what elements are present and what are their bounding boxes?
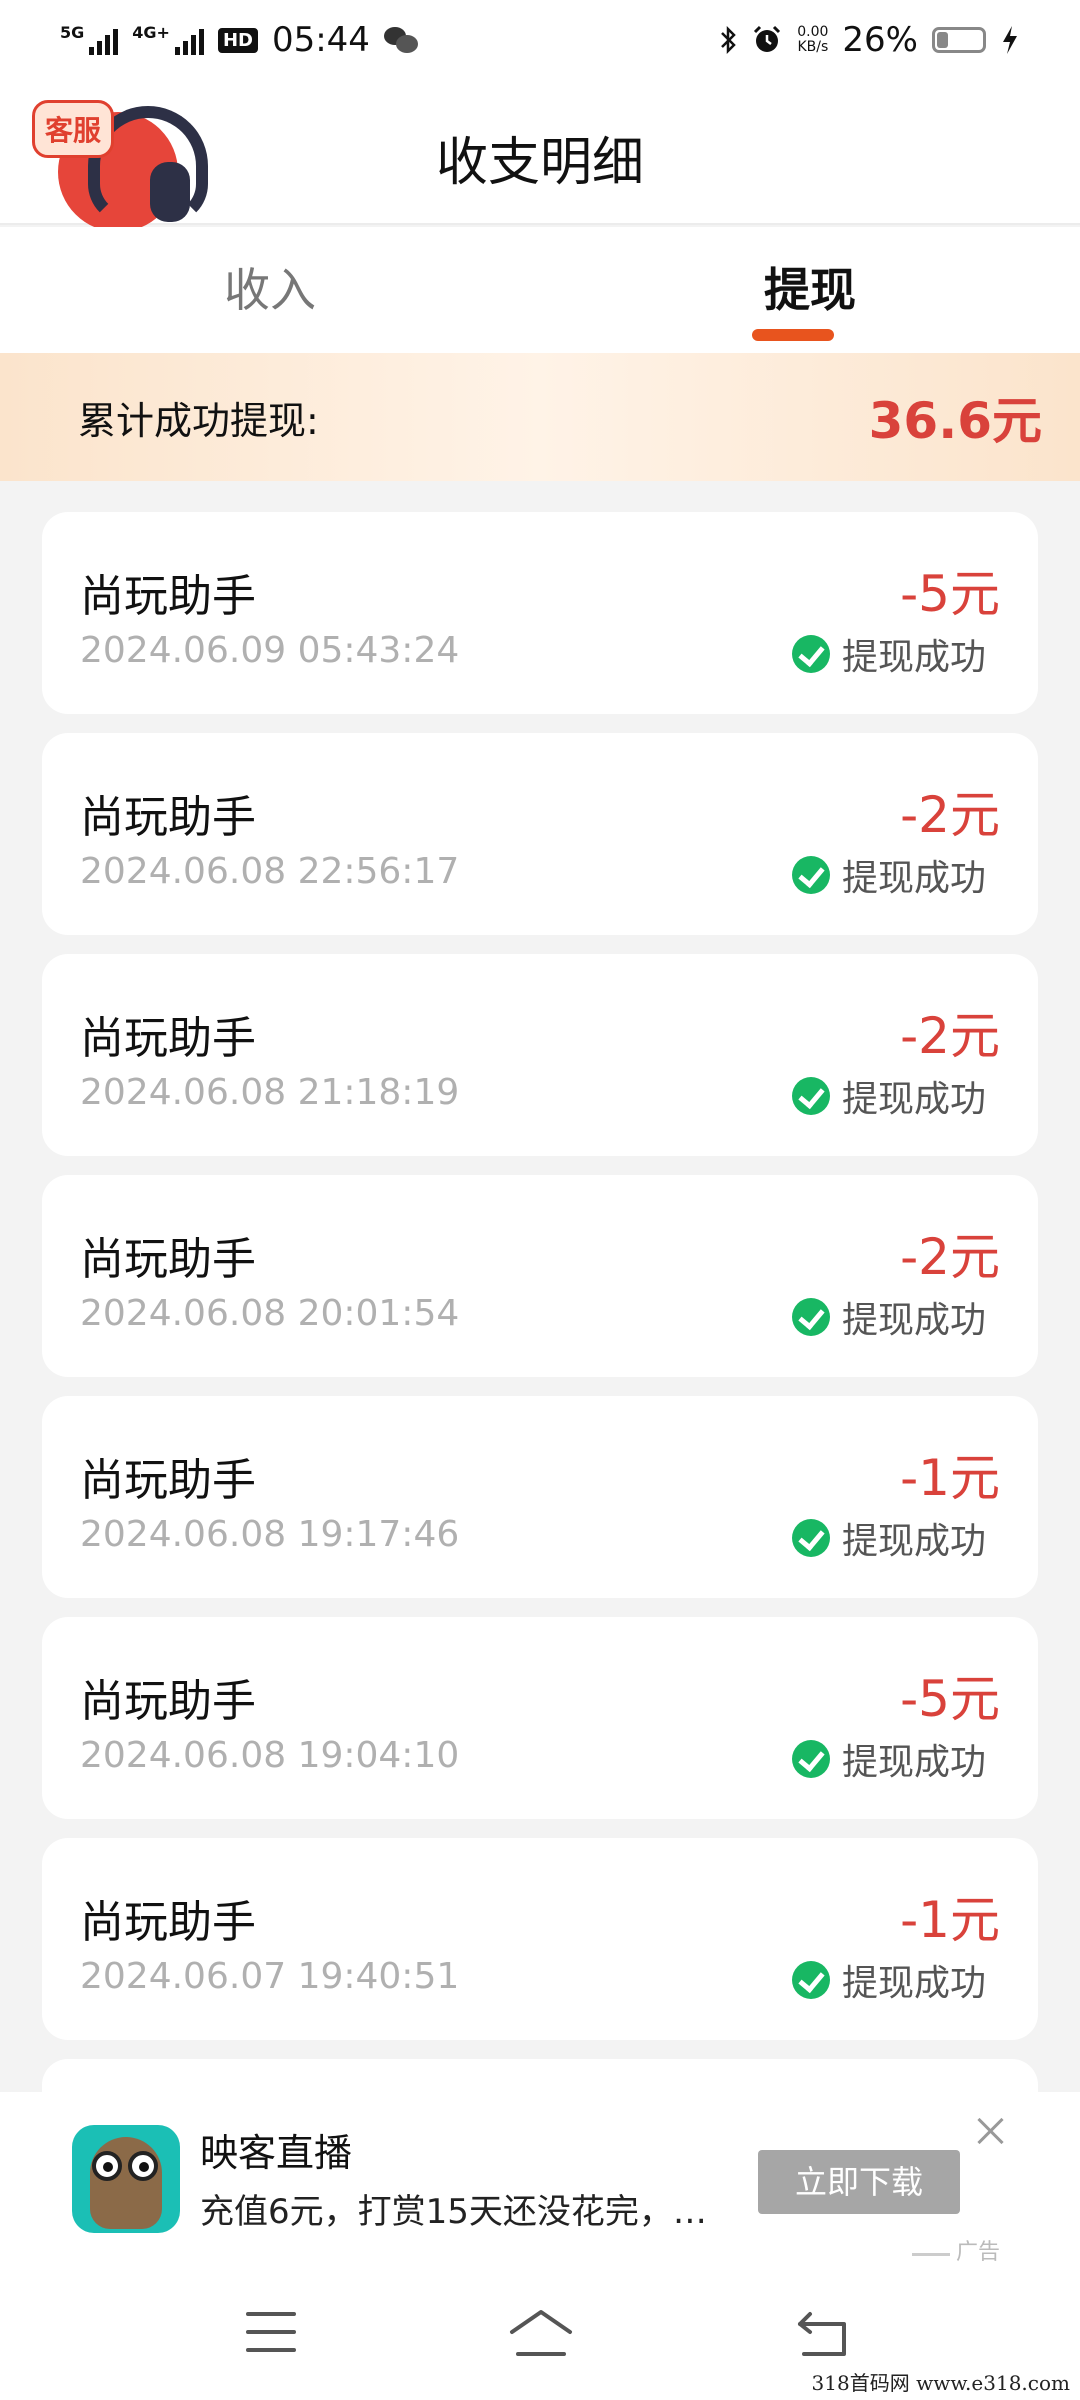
record-time: 2024.06.08 22:56:17 — [80, 851, 460, 892]
page-title: 收支明细 — [435, 133, 644, 193]
network-speed: 0.00 KB/s — [797, 25, 828, 55]
watermark: 318首码网 www.e318.com — [811, 2371, 1070, 2395]
ad-title[interactable]: 映客直播 — [200, 2122, 352, 2177]
record-status-label: 提现成功 — [841, 1079, 986, 1120]
record-item[interactable]: 尚玩助手 2024.06.08 19:04:10 -5元 提现成功 — [42, 1617, 1038, 1819]
record-name: 尚玩助手 — [80, 571, 256, 622]
check-icon — [791, 635, 830, 673]
close-icon[interactable] — [976, 2116, 1006, 2146]
record-amount: -1元 — [900, 1891, 1000, 1949]
header: 客服 收支明细 — [0, 80, 1080, 232]
signal-5g-label: 5G — [60, 23, 85, 42]
owl-eye-right — [128, 2151, 158, 2181]
check-icon — [791, 1740, 830, 1778]
ad-network-logo-icon — [912, 2244, 950, 2256]
download-button[interactable]: 立即下载 — [758, 2150, 960, 2214]
app-owl-icon[interactable] — [72, 2125, 180, 2233]
record-item[interactable]: 尚玩助手 2024.06.08 19:17:46 -1元 提现成功 — [42, 1396, 1038, 1598]
hd-voice-icon: HD — [217, 27, 258, 53]
record-amount: -1元 — [900, 1449, 1000, 1507]
record-status-label: 提现成功 — [841, 1742, 986, 1783]
record-status-label: 提现成功 — [841, 1963, 986, 2004]
record-item[interactable]: 尚玩助手 2024.06.08 22:56:17 -2元 提现成功 — [42, 733, 1038, 935]
record-name: 尚玩助手 — [80, 1676, 256, 1727]
record-item[interactable]: 尚玩助手 2024.06.07 19:40:51 -1元 提现成功 — [42, 1838, 1038, 2040]
signal-5g-icon: 5G — [60, 23, 119, 55]
record-amount: -5元 — [900, 565, 1000, 623]
ad-banner[interactable]: 映客直播 充值6元，打赏15天还没花完，… 立即下载 广告 — [0, 2092, 1080, 2272]
record-time: 2024.06.08 19:04:10 — [80, 1735, 460, 1776]
record-status: 提现成功 — [791, 1954, 986, 2006]
record-amount: -2元 — [900, 786, 1000, 844]
system-nav-bar: 318首码网 www.e318.com — [0, 2272, 1080, 2400]
status-bar: 5G 4G+ HD 05:44 0.00 KB/s 26% — [0, 0, 1080, 80]
signal-4g-label: 4G+ — [132, 23, 170, 42]
record-status-label: 提现成功 — [841, 858, 986, 899]
record-time: 2024.06.09 05:43:24 — [80, 630, 460, 671]
record-amount: -2元 — [900, 1228, 1000, 1286]
record-status: 提现成功 — [791, 1512, 986, 1564]
summary-label: 累计成功提现: — [78, 398, 319, 443]
owl-eye-left — [92, 2151, 122, 2181]
check-icon — [791, 1519, 830, 1557]
clock: 05:44 — [271, 20, 370, 60]
back-icon[interactable] — [796, 2310, 850, 2358]
customer-service-badge: 客服 — [32, 100, 115, 158]
record-name: 尚玩助手 — [80, 792, 256, 843]
record-name: 尚玩助手 — [80, 1455, 256, 1506]
owl-body — [90, 2137, 162, 2229]
record-item[interactable]: 尚玩助手 2024.06.08 20:01:54 -2元 提现成功 — [42, 1175, 1038, 1377]
record-status: 提现成功 — [791, 1733, 986, 1785]
record-status-label: 提现成功 — [841, 1521, 986, 1562]
wechat-icon — [383, 25, 418, 55]
record-status: 提现成功 — [791, 1291, 986, 1343]
record-time: 2024.06.08 21:18:19 — [80, 1072, 460, 1113]
ad-label: 广告 — [912, 2234, 1000, 2266]
ad-label-text: 广告 — [956, 2240, 1001, 2265]
alarm-icon — [754, 25, 781, 52]
menu-icon[interactable] — [246, 2312, 296, 2352]
record-item[interactable]: 尚玩助手 2024.06.09 05:43:24 -5元 提现成功 — [42, 512, 1038, 714]
home-icon[interactable] — [508, 2308, 574, 2358]
bluetooth-icon — [721, 25, 737, 55]
tab-bar: 收入 提现 — [0, 227, 1080, 353]
record-time: 2024.06.08 20:01:54 — [80, 1293, 460, 1334]
record-time: 2024.06.07 19:40:51 — [80, 1956, 460, 1997]
battery-percent: 26% — [842, 20, 918, 60]
summary-value: 36.6元 — [868, 392, 1042, 450]
record-status-label: 提现成功 — [841, 637, 986, 678]
battery-icon — [932, 27, 986, 53]
network-speed-value: 0.00 — [797, 24, 829, 40]
charging-icon — [1003, 26, 1017, 54]
record-list: 尚玩助手 2024.06.09 05:43:24 -5元 提现成功 尚玩助手 2… — [42, 512, 1038, 2118]
record-status: 提现成功 — [791, 1070, 986, 1122]
tab-income[interactable]: 收入 — [0, 227, 540, 353]
record-name: 尚玩助手 — [80, 1013, 256, 1064]
record-item[interactable]: 尚玩助手 2024.06.08 21:18:19 -2元 提现成功 — [42, 954, 1038, 1156]
record-name: 尚玩助手 — [80, 1897, 256, 1948]
record-time: 2024.06.08 19:17:46 — [80, 1514, 460, 1555]
check-icon — [791, 1298, 830, 1336]
check-icon — [791, 1961, 830, 1999]
withdraw-summary: 累计成功提现: 36.6元 — [0, 353, 1080, 481]
record-amount: -2元 — [900, 1007, 1000, 1065]
network-speed-unit: KB/s — [797, 39, 829, 55]
signal-4g-icon: 4G+ — [132, 25, 204, 55]
status-bar-left: 5G 4G+ HD 05:44 — [60, 20, 418, 60]
record-status: 提现成功 — [791, 849, 986, 901]
record-name: 尚玩助手 — [80, 1234, 256, 1285]
active-tab-indicator — [752, 329, 834, 341]
battery-fill — [937, 32, 949, 48]
check-icon — [791, 1077, 830, 1115]
record-status-label: 提现成功 — [841, 1300, 986, 1341]
ad-description[interactable]: 充值6元，打赏15天还没花完，… — [200, 2184, 730, 2233]
status-bar-right: 0.00 KB/s 26% — [719, 20, 1020, 60]
record-status: 提现成功 — [791, 628, 986, 680]
record-amount: -5元 — [900, 1670, 1000, 1728]
check-icon — [791, 856, 830, 894]
